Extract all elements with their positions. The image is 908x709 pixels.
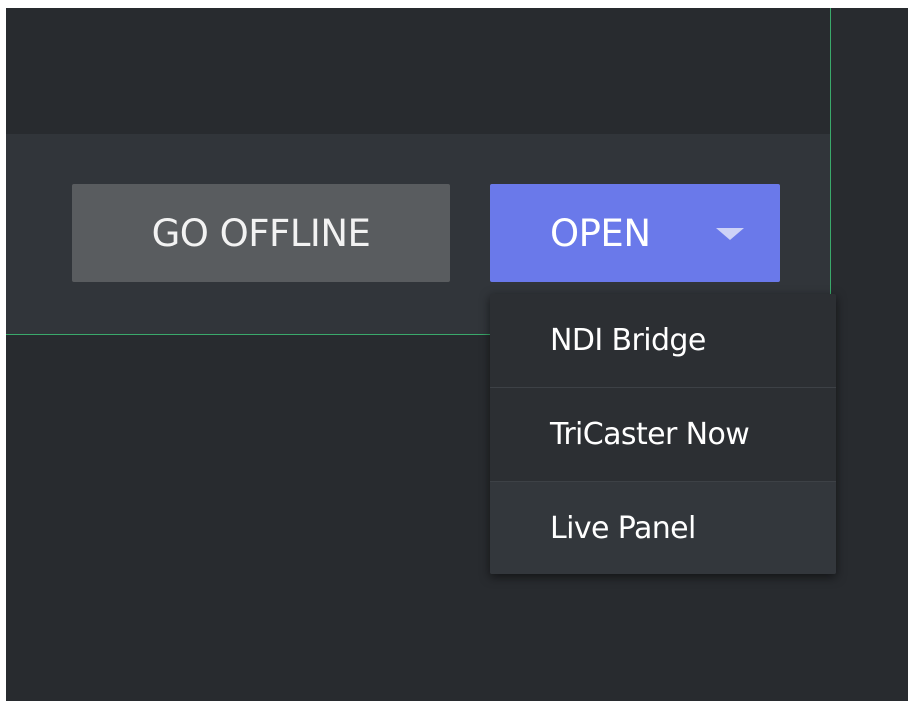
go-offline-button[interactable]: GO OFFLINE: [72, 184, 450, 282]
menu-item-tricaster-now[interactable]: TriCaster Now: [490, 388, 836, 481]
menu-item-label: Live Panel: [550, 510, 696, 546]
caret-down-icon: [716, 228, 744, 240]
menu-item-label: NDI Bridge: [550, 323, 706, 358]
open-dropdown-menu: NDI Bridge TriCaster Now Live Panel: [490, 294, 836, 574]
top-panel: [6, 8, 830, 134]
open-dropdown-button[interactable]: OPEN: [490, 184, 780, 282]
open-button-label: OPEN: [550, 211, 651, 255]
menu-item-ndi-bridge[interactable]: NDI Bridge: [490, 294, 836, 387]
menu-item-label: TriCaster Now: [550, 417, 750, 452]
menu-item-live-panel[interactable]: Live Panel: [490, 482, 836, 574]
panel-divider: [830, 8, 831, 335]
app-window: GO OFFLINE OPEN NDI Bridge TriCaster Now…: [6, 8, 908, 701]
